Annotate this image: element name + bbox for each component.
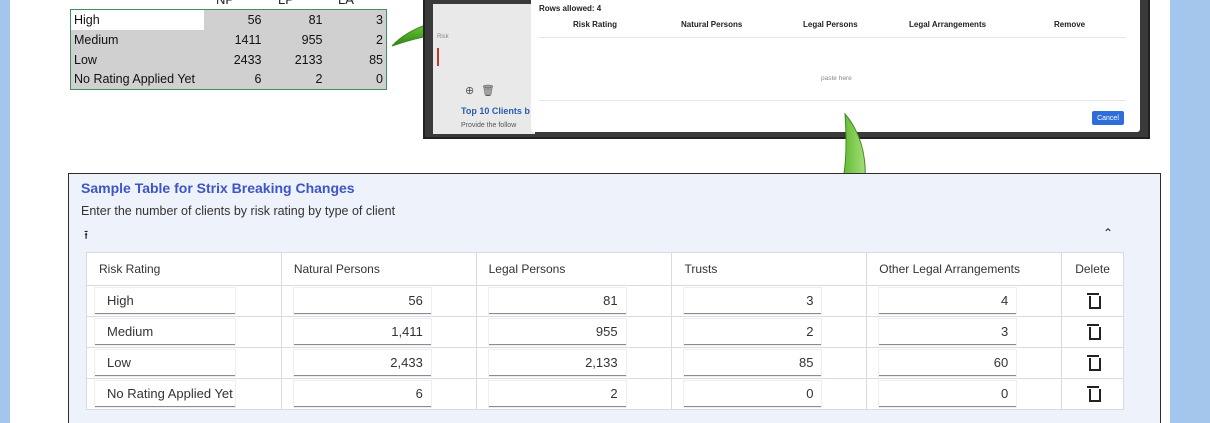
excel-cell: 2: [264, 69, 326, 90]
excel-row: High 56 81 3: [70, 9, 387, 30]
excel-cell: Medium: [70, 29, 204, 50]
table-row: No Rating Applied Yet 6 2 0 0: [86, 378, 1124, 410]
excel-cell: 1411: [203, 29, 265, 50]
cancel-button[interactable]: Cancel: [1092, 111, 1124, 125]
excel-cell: Low: [70, 49, 204, 70]
excel-cell: 2433: [203, 49, 265, 70]
trusts-input[interactable]: 2: [684, 319, 822, 345]
natural-persons-input[interactable]: 2,433: [293, 350, 431, 376]
excel-cell: 2: [325, 29, 387, 50]
excel-row: No Rating Applied Yet 6 2 0: [70, 69, 387, 90]
risk-label: Risk: [437, 34, 449, 40]
trusts-input[interactable]: 3: [684, 288, 822, 314]
modal-col-natural-persons: Natural Persons: [681, 20, 743, 29]
table-row: Medium 1,411 955 2 3: [86, 316, 1124, 348]
excel-header-np: NP: [216, 0, 234, 7]
table-section-panel: Sample Table for Strix Breaking Changes …: [68, 173, 1161, 423]
excel-cell: 2133: [264, 49, 326, 70]
modal-col-remove: Remove: [1054, 20, 1086, 29]
error-indicator: [437, 48, 439, 66]
excel-cell: 56: [203, 9, 265, 30]
delete-row-trash-icon[interactable]: [1086, 324, 1101, 341]
legal-persons-input[interactable]: 2: [488, 381, 626, 407]
natural-persons-input[interactable]: 1,411: [293, 319, 431, 345]
delete-row-trash-icon[interactable]: [1086, 355, 1101, 372]
col-header-legal-persons: Legal Persons: [475, 252, 673, 286]
paste-drop-zone[interactable]: paste here: [821, 75, 852, 82]
other-legal-arrangements-input[interactable]: 60: [879, 350, 1017, 376]
excel-cell: 955: [264, 29, 326, 50]
table-row: Low 2,433 2,133 85 60: [86, 347, 1124, 379]
divider: [539, 100, 1126, 101]
legal-persons-input[interactable]: 2,133: [488, 350, 626, 376]
legal-persons-input[interactable]: 955: [488, 319, 626, 345]
table-header-row: Risk Rating Natural Persons Legal Person…: [86, 252, 1124, 286]
excel-header-row: NP LP LA: [70, 0, 387, 9]
chevron-up-icon[interactable]: ⌃: [1103, 226, 1113, 240]
trash-icon: 🗑: [481, 85, 495, 97]
legal-persons-input[interactable]: 81: [488, 288, 626, 314]
rows-allowed-label: Rows allowed: 4: [539, 4, 602, 13]
excel-cell: 3: [325, 9, 387, 30]
risk-rating-table: Risk Rating Natural Persons Legal Person…: [86, 252, 1124, 410]
risk-rating-input[interactable]: No Rating Applied Yet: [95, 381, 235, 407]
other-legal-arrangements-input[interactable]: 3: [879, 319, 1017, 345]
col-header-delete: Delete: [1061, 252, 1124, 286]
excel-cell: 81: [264, 9, 326, 30]
modal-col-legal-persons: Legal Persons: [803, 20, 858, 29]
excel-header-la: LA: [338, 0, 354, 7]
col-header-risk-rating: Risk Rating: [86, 252, 282, 286]
risk-rating-input[interactable]: Medium: [95, 319, 235, 345]
excel-snippet: NP LP LA High 56 81 3 Medium 1411 955 2 …: [70, 0, 387, 90]
section-description: Enter the number of clients by risk rati…: [81, 204, 396, 218]
risk-rating-input[interactable]: High: [95, 288, 235, 314]
table-row: High 56 81 3 4: [86, 285, 1124, 317]
modal-col-legal-arrangements: Legal Arrangements: [909, 20, 987, 29]
trusts-input[interactable]: 85: [684, 350, 822, 376]
other-legal-arrangements-input[interactable]: 4: [879, 288, 1017, 314]
divider: [539, 37, 1126, 38]
excel-cell: 6: [203, 69, 265, 90]
section-title: Sample Table for Strix Breaking Changes: [81, 180, 355, 196]
top10-heading: Top 10 Clients b: [461, 106, 530, 116]
col-header-natural-persons: Natural Persons: [280, 252, 477, 286]
excel-table: High 56 81 3 Medium 1411 955 2 Low 2433 …: [70, 9, 387, 90]
paste-dialog-screenshot: Risk ⊕ 🗑 Top 10 Clients b Provide the fo…: [423, 0, 1150, 139]
excel-header-lp: LP: [278, 0, 294, 7]
background-form-panel: Risk ⊕ 🗑 Top 10 Clients b Provide the fo…: [433, 4, 535, 134]
delete-row-trash-icon[interactable]: [1086, 386, 1101, 403]
excel-cell: 85: [325, 49, 387, 70]
other-legal-arrangements-input[interactable]: 0: [879, 381, 1017, 407]
upload-icon[interactable]: ⭱: [84, 226, 88, 247]
risk-rating-input[interactable]: Low: [95, 350, 235, 376]
delete-row-trash-icon[interactable]: [1086, 293, 1101, 310]
col-header-other-legal-arrangements: Other Legal Arrangements: [866, 252, 1063, 286]
excel-row: Medium 1411 955 2: [70, 29, 387, 50]
canvas: NP LP LA High 56 81 3 Medium 1411 955 2 …: [10, 0, 1170, 423]
excel-cell: No Rating Applied Yet: [70, 69, 204, 90]
col-header-trusts: Trusts: [671, 252, 868, 286]
natural-persons-input[interactable]: 6: [293, 381, 431, 407]
trusts-input[interactable]: 0: [684, 381, 822, 407]
excel-cell: High: [70, 9, 204, 30]
excel-cell: 0: [325, 69, 387, 90]
add-circle-icon: ⊕: [465, 85, 475, 97]
natural-persons-input[interactable]: 56: [293, 288, 431, 314]
provide-text: Provide the follow: [461, 122, 517, 129]
excel-row: Low 2433 2133 85: [70, 49, 387, 70]
modal-col-risk-rating: Risk Rating: [573, 20, 618, 29]
